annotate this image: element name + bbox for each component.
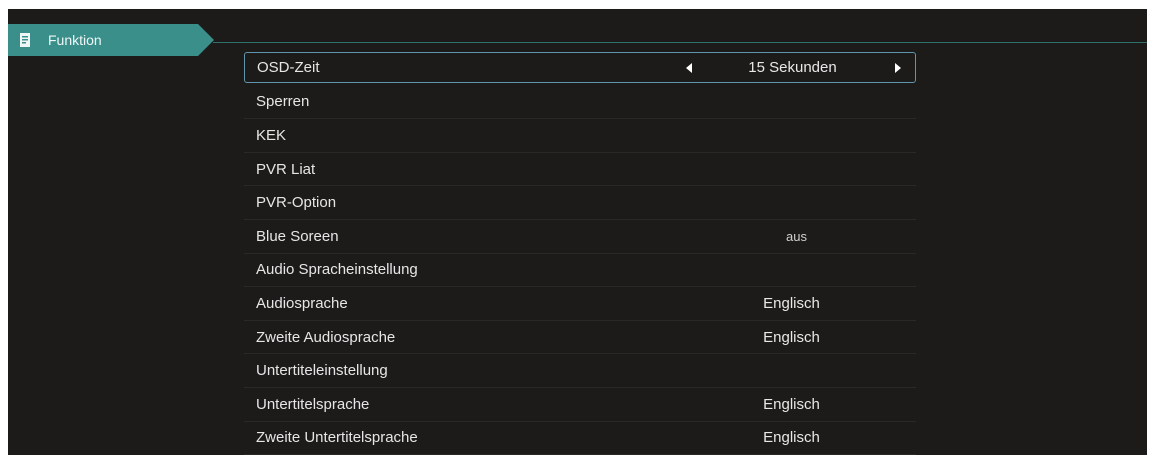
menu-label: Audiosprache bbox=[256, 294, 348, 312]
left-arrow-icon[interactable] bbox=[686, 62, 692, 73]
menu-label: Audio Spracheinstellung bbox=[256, 261, 418, 279]
menu-label: Untertitelsprache bbox=[256, 395, 370, 413]
menu-label: Untertiteleinstellung bbox=[256, 362, 388, 380]
menu-row-audiosprache[interactable]: Audiosprache Englisch bbox=[244, 287, 916, 321]
tab-label: Funktion bbox=[48, 32, 102, 48]
right-arrow-icon[interactable] bbox=[895, 62, 901, 73]
menu-label: PVR Liat bbox=[256, 160, 316, 178]
menu-value: 15 Sekunden bbox=[748, 59, 837, 76]
menu-row-pvr-option[interactable]: PVR-Option bbox=[244, 186, 916, 220]
menu-label: OSD-Zeit bbox=[257, 59, 320, 76]
tv-menu-screen: Funktion OSD-Zeit 15 Sekunden Sperren KE… bbox=[8, 9, 1147, 455]
menu-value: Englisch bbox=[763, 395, 820, 413]
menu-row-audio-spracheinstellung[interactable]: Audio Spracheinstellung bbox=[244, 254, 916, 288]
function-menu-list: OSD-Zeit 15 Sekunden Sperren KEK PVR Lia… bbox=[244, 52, 916, 455]
menu-value: Englisch bbox=[763, 429, 820, 447]
menu-row-kek[interactable]: KEK bbox=[244, 119, 916, 153]
menu-row-zweite-audiosprache[interactable]: Zweite Audiosprache Englisch bbox=[244, 321, 916, 355]
menu-label: Blue Soreen bbox=[256, 227, 339, 245]
menu-row-sperren[interactable]: Sperren bbox=[244, 86, 916, 120]
menu-row-untertiteleinstellung[interactable]: Untertiteleinstellung bbox=[244, 354, 916, 388]
menu-label: Zweite Untertitelsprache bbox=[256, 429, 418, 447]
menu-row-osd-zeit[interactable]: OSD-Zeit 15 Sekunden bbox=[244, 52, 916, 83]
tab-funktion[interactable]: Funktion bbox=[8, 24, 214, 56]
menu-row-zweite-untertitelsprache[interactable]: Zweite Untertitelsprache Englisch bbox=[244, 422, 916, 455]
menu-label: KEK bbox=[256, 126, 287, 144]
menu-label: PVR-Option bbox=[256, 194, 337, 212]
menu-label: Sperren bbox=[256, 93, 310, 111]
menu-row-untertitelsprache[interactable]: Untertitelsprache Englisch bbox=[244, 388, 916, 422]
header-divider bbox=[213, 42, 1147, 43]
menu-label: Zweite Audiosprache bbox=[256, 328, 396, 346]
menu-row-blue-screen[interactable]: Blue Soreen aus bbox=[244, 220, 916, 254]
menu-value: Englisch bbox=[763, 294, 820, 312]
menu-value: aus bbox=[786, 228, 807, 244]
document-icon bbox=[18, 32, 34, 48]
menu-value: Englisch bbox=[763, 328, 820, 346]
menu-row-pvr-liste[interactable]: PVR Liat bbox=[244, 153, 916, 187]
